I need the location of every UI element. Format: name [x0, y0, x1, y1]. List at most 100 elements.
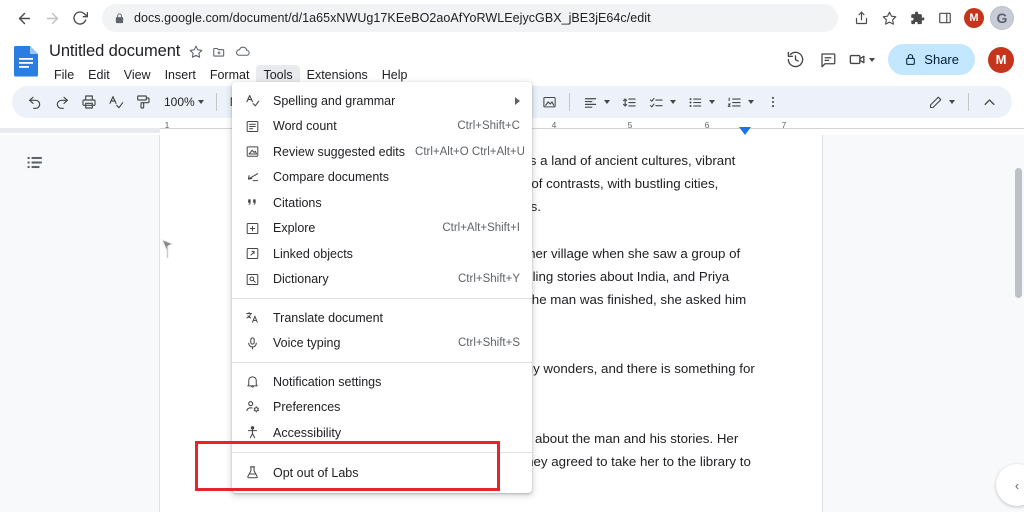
chevron-down-icon[interactable]: [949, 100, 956, 104]
ruler-number: 6: [704, 120, 710, 130]
lock-icon: [904, 53, 917, 66]
google-docs-logo-icon[interactable]: [12, 45, 42, 77]
docs-account-avatar[interactable]: M: [988, 46, 1014, 73]
browser-actions: M G: [848, 5, 1014, 31]
google-meet-icon[interactable]: [846, 45, 876, 75]
version-history-icon[interactable]: [780, 45, 810, 75]
menu-item-label: Notification settings: [273, 374, 382, 389]
menu-view[interactable]: View: [117, 65, 158, 85]
toolbar-divider: [215, 93, 217, 111]
menu-item-shortcut: Ctrl+Shift+S: [458, 337, 520, 350]
ruler-number: 7: [781, 120, 787, 130]
chevron-down-icon[interactable]: [868, 57, 875, 62]
menu-item-voice-typing[interactable]: Voice typing Ctrl+Shift+S: [232, 331, 532, 357]
reload-icon[interactable]: [66, 4, 94, 32]
scrollbar-thumb[interactable]: [1015, 168, 1022, 298]
menu-edit[interactable]: Edit: [81, 65, 117, 85]
menu-item-shortcut: Ctrl+Alt+O Ctrl+Alt+U: [415, 145, 525, 158]
menu-insert[interactable]: Insert: [158, 65, 203, 85]
menu-item-label: Accessibility: [273, 425, 342, 440]
menu-item-translate-document[interactable]: Translate document: [232, 305, 532, 331]
menu-item-explore[interactable]: Explore Ctrl+Alt+Shift+I: [232, 216, 532, 242]
spellcheck-icon[interactable]: [103, 89, 129, 115]
browser-profile-avatar[interactable]: M: [964, 8, 984, 28]
menu-divider: [232, 451, 532, 453]
insert-image-icon[interactable]: [536, 89, 562, 115]
move-to-folder-icon[interactable]: [212, 45, 226, 59]
menu-item-label: Compare documents: [273, 170, 390, 185]
extensions-puzzle-icon[interactable]: [904, 5, 930, 31]
accessibility-icon: [244, 424, 261, 441]
toolbar-divider: [968, 93, 970, 111]
menu-item-notification-settings[interactable]: Notification settings: [232, 369, 532, 395]
menu-file[interactable]: File: [47, 65, 81, 85]
paint-format-icon[interactable]: [130, 89, 156, 115]
menu-item-label: Preferences: [273, 400, 341, 415]
page-title[interactable]: Untitled document: [49, 42, 180, 61]
preferences-icon: [244, 399, 261, 416]
bulleted-list-icon[interactable]: [682, 89, 708, 115]
chevron-down-icon[interactable]: [748, 100, 755, 104]
linked-objects-icon: [244, 245, 261, 262]
menu-item-citations[interactable]: Citations: [232, 190, 532, 216]
bookmark-star-icon[interactable]: [876, 5, 902, 31]
lock-icon: [114, 12, 125, 24]
checklist-icon[interactable]: [643, 89, 669, 115]
labs-flask-icon: [244, 464, 261, 481]
compare-documents-icon: [244, 169, 261, 186]
tools-dropdown-menu[interactable]: Spelling and grammar Word count Ctrl+Shi…: [232, 82, 532, 493]
right-indent-marker[interactable]: [739, 127, 751, 135]
zoom-level-value: 100%: [164, 95, 195, 109]
chevron-down-icon[interactable]: [670, 100, 677, 104]
menu-item-word-count[interactable]: Word count Ctrl+Shift+C: [232, 114, 532, 140]
collapse-panel-button[interactable]: ‹: [996, 464, 1024, 506]
forward-arrow-icon[interactable]: [38, 4, 66, 32]
cloud-saved-icon[interactable]: [235, 44, 250, 59]
explore-icon: [244, 220, 261, 237]
submenu-arrow-icon: [515, 96, 520, 105]
chevron-down-icon[interactable]: [604, 100, 611, 104]
toolbar-divider: [569, 93, 571, 111]
redo-icon[interactable]: [49, 89, 75, 115]
voice-typing-icon: [244, 335, 261, 352]
numbered-list-icon[interactable]: [721, 89, 747, 115]
share-page-icon[interactable]: [848, 5, 874, 31]
menu-divider: [232, 362, 532, 363]
print-icon[interactable]: [76, 89, 102, 115]
side-panel-icon[interactable]: [932, 5, 958, 31]
hide-menus-icon[interactable]: [976, 89, 1002, 115]
back-arrow-icon[interactable]: [10, 4, 38, 32]
share-button[interactable]: Share: [888, 44, 975, 75]
address-bar[interactable]: docs.google.com/document/d/1a65xNWUg17KE…: [102, 4, 838, 32]
chevron-down-icon[interactable]: [709, 100, 716, 104]
menu-item-dictionary[interactable]: Dictionary Ctrl+Shift+Y: [232, 267, 532, 293]
review-suggested-edits-icon: [244, 143, 261, 160]
dictionary-icon: [244, 271, 261, 288]
editing-mode-icon[interactable]: [922, 89, 948, 115]
more-options-icon[interactable]: [760, 89, 786, 115]
menu-item-compare-documents[interactable]: Compare documents: [232, 165, 532, 191]
page-scrollbar[interactable]: [1014, 140, 1022, 440]
ruler-left-margin: [0, 128, 160, 133]
menu-item-label: Translate document: [273, 310, 384, 325]
line-spacing-icon[interactable]: [616, 89, 642, 115]
align-icon[interactable]: [577, 89, 603, 115]
document-outline-icon[interactable]: [26, 153, 45, 177]
citations-icon: [244, 194, 261, 211]
grammarly-extension-icon[interactable]: G: [990, 6, 1014, 30]
browser-window: docs.google.com/document/d/1a65xNWUg17KE…: [0, 0, 1024, 512]
comment-icon[interactable]: [813, 45, 843, 75]
menu-item-spelling-and-grammar[interactable]: Spelling and grammar: [232, 88, 532, 114]
star-icon[interactable]: [189, 45, 203, 59]
menu-item-review-suggested-edits[interactable]: Review suggested edits Ctrl+Alt+O Ctrl+A…: [232, 139, 532, 165]
menu-item-shortcut: Ctrl+Shift+Y: [458, 273, 520, 286]
menu-item-preferences[interactable]: Preferences: [232, 395, 532, 421]
browser-toolbar: docs.google.com/document/d/1a65xNWUg17KE…: [0, 0, 1024, 36]
chevron-down-icon: [197, 100, 204, 104]
menu-item-accessibility[interactable]: Accessibility: [232, 420, 532, 446]
menu-item-linked-objects[interactable]: Linked objects: [232, 241, 532, 267]
menu-item-opt-out-of-labs[interactable]: Opt out of Labs: [232, 459, 532, 487]
zoom-level-dropdown[interactable]: 100%: [157, 90, 209, 114]
undo-icon[interactable]: [22, 89, 48, 115]
menu-divider: [232, 298, 532, 299]
